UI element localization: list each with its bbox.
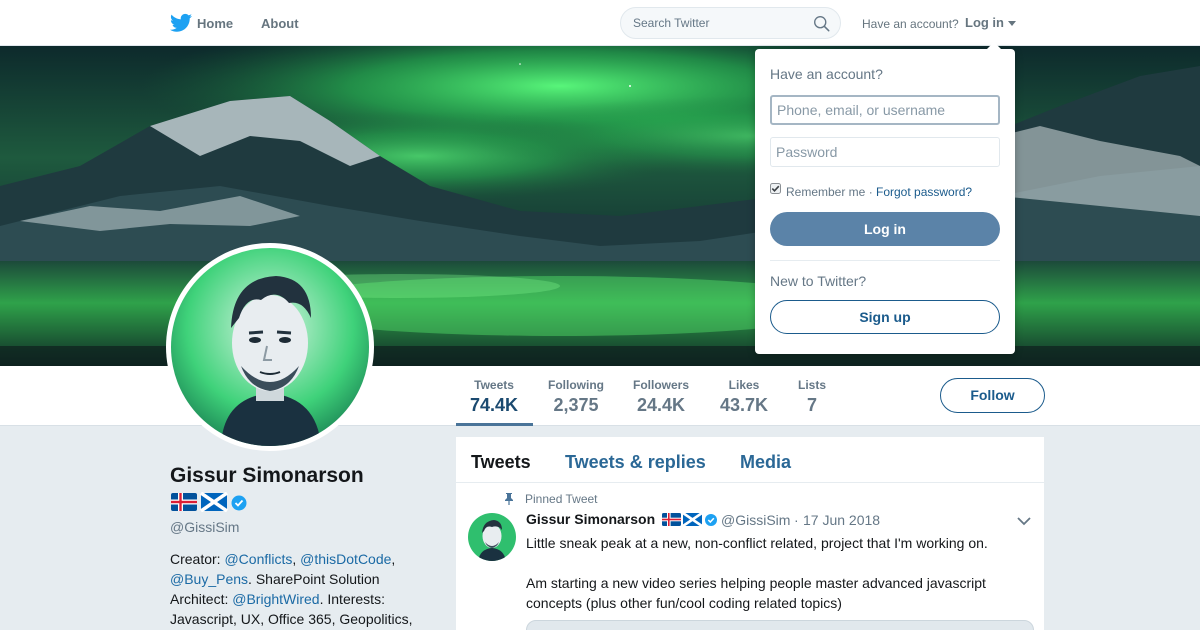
stat-tweets-label: Tweets (474, 378, 514, 392)
iceland-flag-icon (171, 493, 197, 511)
iceland-flag-icon (662, 513, 681, 526)
active-stat-indicator (456, 423, 533, 426)
tweet-paragraph: Little sneak peak at a new, non-conflict… (526, 535, 988, 551)
profile-avatar[interactable] (166, 243, 374, 451)
stat-lists-value: 7 (807, 395, 818, 415)
scotland-flag-icon (200, 491, 228, 513)
login-button[interactable]: Log in (770, 212, 1000, 246)
profile-flags (171, 491, 247, 513)
timeline: Tweets Tweets & replies Media Pinned Twe… (456, 437, 1044, 630)
have-account-text: Have an account? (862, 17, 959, 31)
bio-mention-thisdotcode[interactable]: @thisDotCode (300, 551, 391, 567)
bio-text: , (292, 551, 301, 567)
bio-mention-brightwired[interactable]: @BrightWired (232, 591, 319, 607)
tweet-author-handle[interactable]: @GissiSim (721, 512, 790, 528)
verified-icon (231, 495, 247, 511)
stat-following-value: 2,375 (553, 395, 599, 415)
stat-followers-label: Followers (633, 378, 690, 392)
stat-following-label: Following (548, 378, 604, 392)
remember-me-checkbox[interactable] (770, 183, 781, 194)
pin-icon (505, 493, 513, 505)
login-dropdown-toggle[interactable]: Log in (965, 15, 1004, 30)
stat-lists-label: Lists (798, 378, 827, 392)
stat-followers-value: 24.4K (636, 395, 686, 415)
password-field[interactable] (770, 137, 1000, 167)
chevron-down-icon[interactable] (1017, 516, 1031, 526)
bio-text: , (391, 551, 396, 567)
pinned-tweet-label: Pinned Tweet (525, 492, 598, 506)
new-to-twitter-text: New to Twitter? (770, 273, 867, 289)
profile-bio: Creator: @Conflicts, @thisDotCode, @Buy_P… (170, 549, 430, 629)
dropdown-divider (770, 260, 1000, 261)
search-icon[interactable] (813, 15, 830, 32)
bio-mention-conflicts[interactable]: @Conflicts (224, 551, 292, 567)
tweet-paragraph: Am starting a new video series helping p… (526, 575, 986, 611)
nav-home-link[interactable]: Home (197, 16, 233, 31)
username-field[interactable] (770, 95, 1000, 125)
remember-separator: · (868, 185, 873, 199)
twitter-bird-icon[interactable] (170, 13, 192, 33)
tweet-avatar[interactable] (468, 513, 516, 561)
stat-likes-label: Likes (728, 378, 760, 392)
nav-about-link[interactable]: About (261, 16, 299, 31)
tweet-author-name[interactable]: Gissur Simonarson (526, 511, 655, 527)
tab-media[interactable]: Media (740, 452, 791, 473)
verified-icon (705, 514, 717, 526)
stat-tweets[interactable]: Tweets 74.4K (470, 378, 518, 416)
top-navigation: Home About Have an account? Log in (0, 0, 1200, 46)
tweet-author-badges (662, 512, 717, 528)
profile-handle[interactable]: @GissiSim (170, 519, 239, 535)
tweet-date[interactable]: 17 Jun 2018 (803, 512, 880, 528)
tweet-media-card[interactable] (526, 620, 1034, 630)
signup-button[interactable]: Sign up (770, 300, 1000, 334)
tab-tweets[interactable]: Tweets (471, 452, 531, 473)
search-box[interactable] (620, 7, 841, 39)
stat-likes-value: 43.7K (720, 395, 769, 415)
avatar-portrait-image (171, 248, 369, 446)
profile-name[interactable]: Gissur Simonarson (170, 464, 364, 488)
bio-text: Creator: (170, 551, 225, 567)
remember-me-label: Remember me · (786, 185, 873, 199)
tab-tweets-and-replies[interactable]: Tweets & replies (565, 452, 706, 473)
forgot-password-link[interactable]: Forgot password? (876, 185, 972, 199)
caret-down-icon[interactable] (1008, 21, 1016, 26)
stat-likes[interactable]: Likes 43.7K (720, 378, 768, 416)
stat-lists[interactable]: Lists 7 (798, 378, 826, 416)
bio-mention-buy-pens[interactable]: @Buy_Pens (170, 571, 248, 587)
tweet-separator: · (794, 512, 799, 528)
login-dropdown: Have an account? Remember me · Forgot pa… (755, 42, 1015, 354)
tweet-text: Little sneak peak at a new, non-conflict… (526, 533, 1026, 630)
login-dropdown-title: Have an account? (770, 66, 883, 82)
follow-button[interactable]: Follow (940, 378, 1045, 413)
search-input[interactable] (633, 16, 803, 30)
stat-following[interactable]: Following 2,375 (548, 378, 604, 416)
timeline-tabs: Tweets Tweets & replies Media (456, 437, 1044, 483)
remember-me-text: Remember me (786, 185, 866, 199)
stat-tweets-value: 74.4K (470, 395, 519, 415)
stat-followers[interactable]: Followers 24.4K (633, 378, 689, 416)
scotland-flag-icon (682, 512, 703, 528)
